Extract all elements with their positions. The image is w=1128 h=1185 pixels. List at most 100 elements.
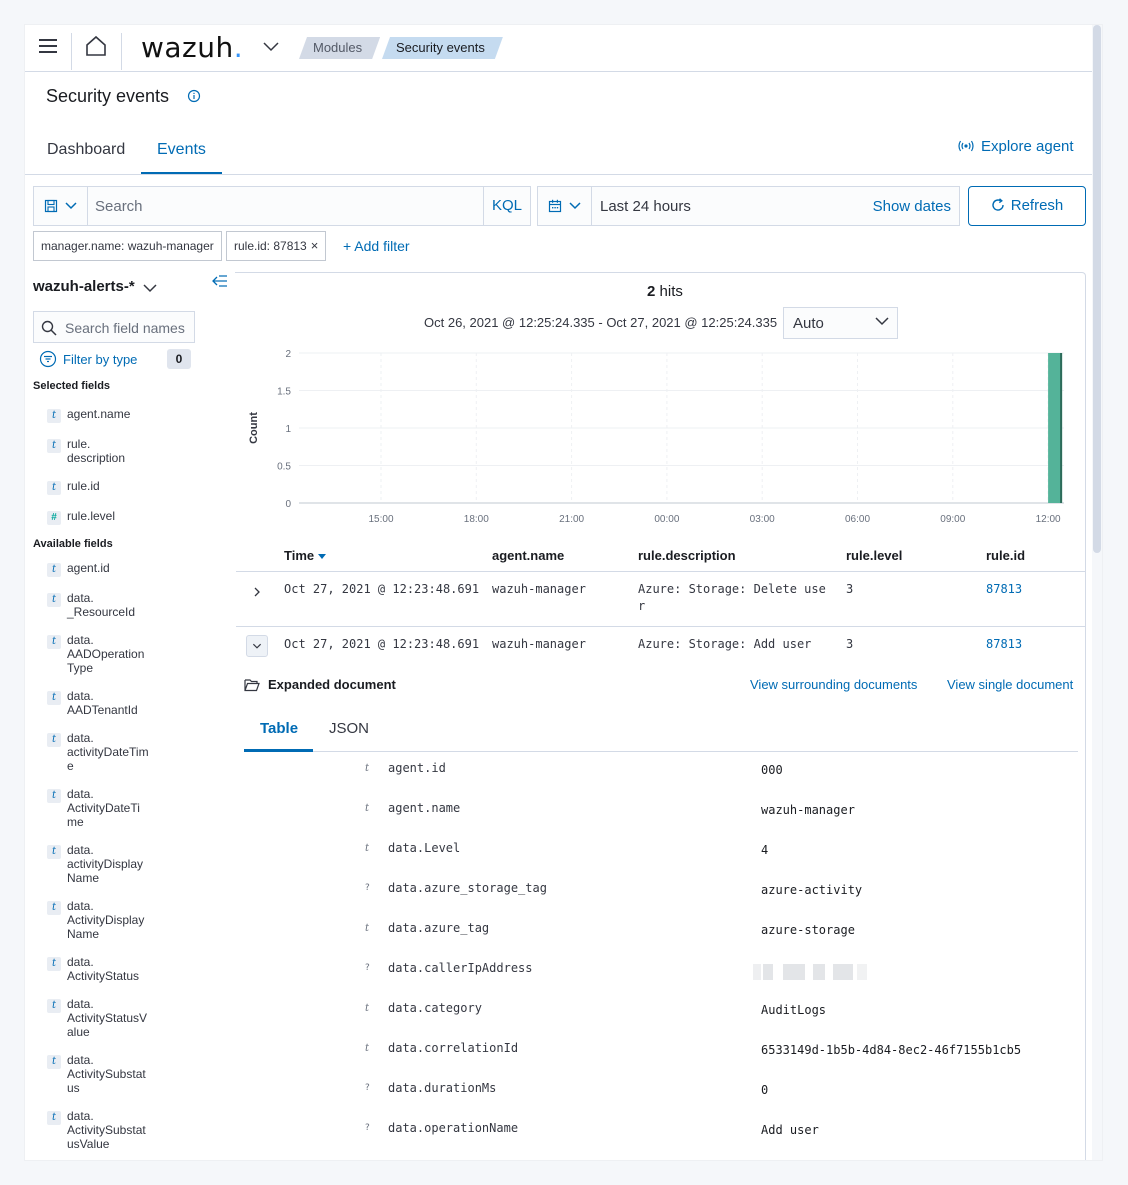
document-row-agent-name: t agent.name wazuh-manager xyxy=(365,801,1085,821)
divider xyxy=(236,571,1086,572)
scrollbar-thumb[interactable] xyxy=(1093,25,1101,553)
collapse-sidebar-icon[interactable] xyxy=(212,274,228,288)
redacted-value xyxy=(753,962,871,982)
y-tick-label: 2 xyxy=(285,349,291,360)
document-field-value: 4 xyxy=(761,843,769,857)
field-name: agent.id xyxy=(67,561,110,575)
scrollbar-track[interactable] xyxy=(1092,25,1102,1160)
query-bar: Search KQL xyxy=(33,186,531,226)
document-field-key: agent.name xyxy=(388,801,461,815)
show-dates-button[interactable]: Show dates xyxy=(873,198,951,215)
column-header-rule-id[interactable]: rule.id xyxy=(986,548,1025,563)
string-type-icon: t xyxy=(47,409,61,423)
histogram-bar-edge xyxy=(1060,353,1063,503)
info-icon[interactable] xyxy=(187,89,201,103)
column-header-rule-level[interactable]: rule.level xyxy=(846,548,902,563)
home-icon[interactable] xyxy=(85,35,107,57)
unknown-type-icon: ? xyxy=(365,883,370,893)
document-field-key: agent.id xyxy=(388,761,446,775)
string-type-icon: t xyxy=(365,843,370,854)
document-row-data-durationms: ? data.durationMs 0 xyxy=(365,1081,1085,1101)
date-picker: Last 24 hours Show dates xyxy=(537,186,960,226)
tab-json[interactable]: JSON xyxy=(329,720,369,737)
document-row-data-azure-tag: t data.azure_tag azure-storage xyxy=(365,921,1085,941)
string-type-icon: t xyxy=(47,691,61,705)
document-row-data-calleripaddress: ? data.callerIpAddress xyxy=(365,961,1085,981)
app-frame: wazuh. Modules Security events Security … xyxy=(24,24,1103,1161)
field-name: data. AADTenantId xyxy=(67,689,138,717)
string-type-icon: t xyxy=(47,635,61,649)
filter-by-type-button[interactable]: Filter by type xyxy=(39,350,137,368)
string-type-icon: t xyxy=(47,789,61,803)
table-cell-level: 3 xyxy=(846,637,854,651)
calendar-icon xyxy=(548,199,562,213)
tab-table[interactable]: Table xyxy=(260,720,298,737)
close-icon[interactable]: × xyxy=(311,238,319,253)
table-cell-agent: wazuh-manager xyxy=(492,582,586,596)
field-name: data. ActivitySubstat usValue xyxy=(67,1109,146,1151)
menu-icon[interactable] xyxy=(39,39,57,55)
histogram-chart: 0 0.5 1 1.5 2 15:00 18:00 21:00 00:00 03:00 06:00 0… xyxy=(248,349,1064,543)
table-cell-time: Oct 27, 2021 @ 12:23:48.691 xyxy=(284,582,480,596)
date-range-text[interactable]: Last 24 hours xyxy=(600,198,691,215)
histogram-bar xyxy=(1048,353,1063,503)
document-field-value: Add user xyxy=(761,1123,819,1137)
filter-pill-label: rule.id: 87813 xyxy=(234,239,307,253)
explore-agent-button[interactable]: Explore agent xyxy=(957,138,1074,155)
index-pattern-selector[interactable]: wazuh-alerts-* xyxy=(33,278,157,295)
string-type-icon: t xyxy=(47,481,61,495)
document-field-value: 000 xyxy=(761,763,783,777)
document-field-key: data.callerIpAddress xyxy=(388,961,533,975)
top-bar: wazuh. Modules Security events xyxy=(25,25,1094,72)
field-search-input[interactable]: Search field names xyxy=(33,311,195,343)
string-type-icon: t xyxy=(47,1055,61,1069)
expand-row-button[interactable] xyxy=(246,581,268,603)
field-name: data. ActivityDateTi me xyxy=(67,787,140,829)
saved-query-button[interactable] xyxy=(34,187,88,225)
view-single-document-link[interactable]: View single document xyxy=(947,677,1073,692)
y-tick-label: 0 xyxy=(285,499,291,510)
folder-open-icon xyxy=(244,679,260,692)
wazuh-logo[interactable]: wazuh. xyxy=(141,31,243,64)
interval-select[interactable]: Auto xyxy=(783,307,898,339)
document-field-value: azure-storage xyxy=(761,923,855,937)
tab-events[interactable]: Events xyxy=(157,141,206,159)
add-filter-button[interactable]: + Add filter xyxy=(343,238,410,254)
refresh-button[interactable]: Refresh xyxy=(968,186,1086,226)
search-input[interactable]: Search xyxy=(95,198,143,215)
document-field-value: azure-activity xyxy=(761,883,863,897)
divider xyxy=(25,174,1094,175)
column-header-rule-description[interactable]: rule.description xyxy=(638,548,736,563)
view-surrounding-documents-link[interactable]: View surrounding documents xyxy=(750,677,917,692)
table-cell-description: Azure: Storage: Add user xyxy=(638,637,812,651)
collapse-row-button[interactable] xyxy=(246,635,268,657)
tab-dashboard[interactable]: Dashboard xyxy=(47,141,125,159)
search-icon xyxy=(41,320,57,336)
breadcrumb-modules[interactable]: Modules xyxy=(299,37,380,59)
breadcrumb-security-events: Security events xyxy=(382,37,503,59)
field-search-placeholder: Search field names xyxy=(65,320,185,336)
x-tick-label: 18:00 xyxy=(464,514,489,525)
filter-pill-rule-id[interactable]: rule.id: 87813 × xyxy=(226,231,327,261)
column-header-agent-name[interactable]: agent.name xyxy=(492,548,564,563)
active-tab-indicator xyxy=(244,749,313,752)
column-header-time[interactable]: Time xyxy=(284,548,327,563)
chevron-down-icon[interactable] xyxy=(263,39,279,55)
quick-date-button[interactable] xyxy=(538,187,592,225)
field-name: rule. description xyxy=(67,437,126,465)
document-field-key: data.durationMs xyxy=(388,1081,497,1095)
table-cell-rule-id-link[interactable]: 87813 xyxy=(986,636,1022,653)
filter-pill-manager-name[interactable]: manager.name: wazuh-manager xyxy=(33,231,222,261)
refresh-icon xyxy=(992,198,1004,211)
x-tick-label: 15:00 xyxy=(368,514,393,525)
document-field-key: data.category xyxy=(388,1001,482,1015)
kql-toggle[interactable]: KQL xyxy=(483,187,530,225)
document-field-value: 6533149d-1b5b-4d84-8ec2-46f7155b1cb5 xyxy=(761,1043,1022,1057)
x-axis-label: timestamp per 30 minutes xyxy=(632,541,780,543)
chevron-down-icon xyxy=(143,284,157,293)
string-type-icon: t xyxy=(47,999,61,1013)
interval-range-text: Oct 26, 2021 @ 12:25:24.335 - Oct 27, 20… xyxy=(424,315,778,330)
sort-desc-icon[interactable] xyxy=(318,554,327,559)
y-tick-label: 1.5 xyxy=(277,387,291,398)
table-cell-rule-id-link[interactable]: 87813 xyxy=(986,581,1022,598)
